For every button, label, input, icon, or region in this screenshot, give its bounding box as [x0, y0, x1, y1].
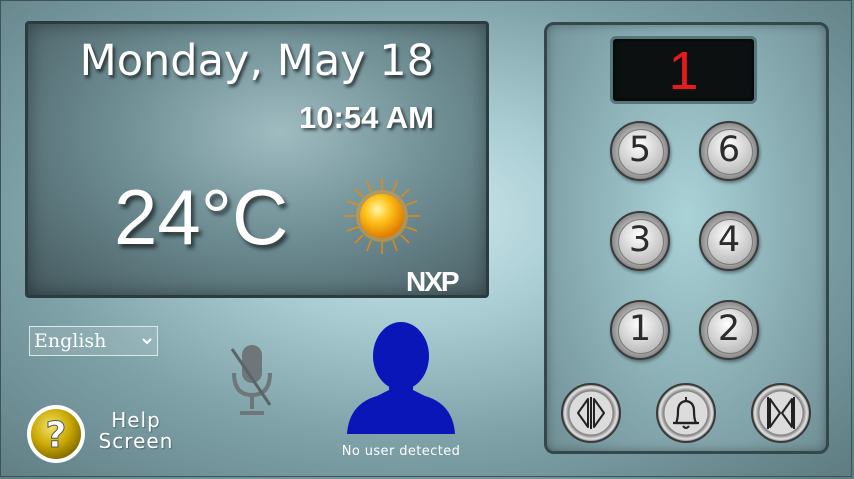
floor-button-label: 1 [628, 309, 652, 349]
user-status-label: No user detected [341, 444, 461, 459]
floor-button-label: 4 [717, 220, 741, 260]
info-panel: Monday, May 18 10:54 AM 24°C NXP [25, 21, 489, 298]
language-select[interactable]: English [29, 326, 158, 356]
door-open-icon[interactable] [561, 383, 621, 443]
current-floor: 1 [668, 41, 699, 101]
chevron-down-icon [142, 338, 152, 345]
floor-button-label: 6 [717, 130, 741, 170]
user-silhouette-icon [347, 322, 455, 434]
floor-button-6[interactable]: 6 [699, 121, 759, 181]
date-label: Monday, May 18 [79, 36, 434, 86]
door-close-icon[interactable] [751, 383, 811, 443]
mic-off-icon[interactable] [228, 343, 276, 419]
help-label-line1: Help [111, 408, 161, 432]
language-selected-value: English [34, 330, 107, 352]
alarm-bell-icon[interactable] [656, 383, 716, 443]
floor-button-label: 5 [628, 130, 652, 170]
question-mark-icon[interactable]: ? [26, 404, 86, 464]
help-screen-label[interactable]: Help Screen [90, 410, 182, 452]
floor-display: 1 [610, 36, 757, 104]
help-label-line2: Screen [98, 429, 174, 453]
floor-button-label: 3 [628, 220, 652, 260]
floor-button-4[interactable]: 4 [699, 211, 759, 271]
sun-icon [344, 178, 420, 254]
temperature-label: 24°C [114, 173, 289, 261]
floor-button-3[interactable]: 3 [610, 211, 670, 271]
floor-button-label: 2 [717, 309, 741, 349]
svg-text:?: ? [46, 415, 67, 456]
nxp-logo: NXP [406, 267, 461, 295]
floor-button-2[interactable]: 2 [699, 300, 759, 360]
floor-button-1[interactable]: 1 [610, 300, 670, 360]
time-label: 10:54 AM [299, 100, 434, 135]
svg-text:NXP: NXP [406, 267, 459, 295]
floor-button-5[interactable]: 5 [610, 121, 670, 181]
